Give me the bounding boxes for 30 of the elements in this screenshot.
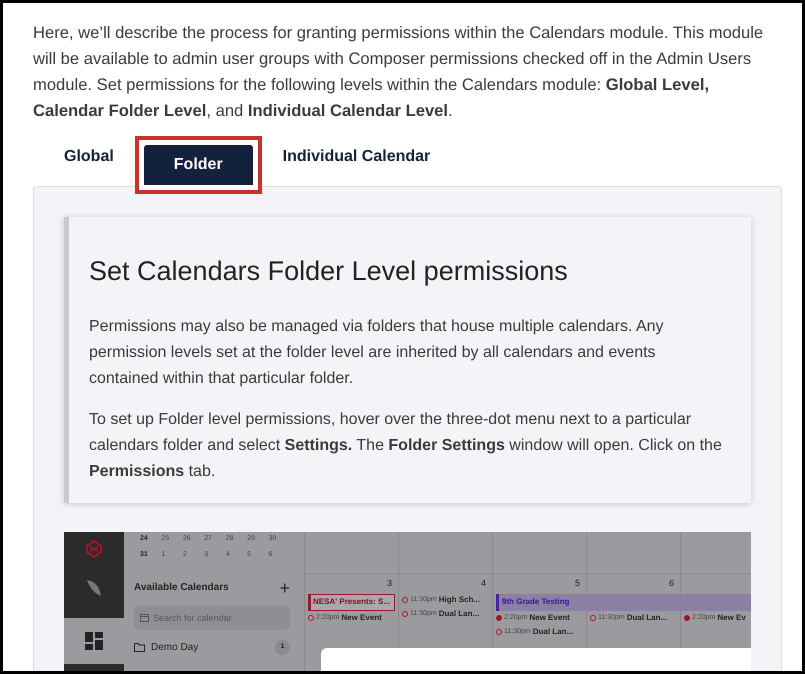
dashboard-icon — [85, 632, 103, 650]
folder-name[interactable]: Demo Day — [151, 640, 269, 654]
day-number: 5 — [574, 576, 580, 590]
event-title[interactable]: Dual Lan... — [626, 612, 668, 624]
tab[interactable]: Folder — [144, 145, 253, 185]
event-bar[interactable]: 9th Grade Testing — [496, 594, 751, 610]
folder-icon — [134, 642, 145, 652]
event-banner[interactable]: NESA' Presents: S... — [308, 594, 395, 610]
day-number: 6 — [668, 576, 674, 590]
sidebar-selected-item[interactable] — [64, 618, 124, 664]
event-title[interactable]: New Event — [341, 612, 382, 624]
intro-paragraph: Here, we’ll describe the process for granting permissions within the Calendars module. This module will be available to admin user groups with Composer permissions checked off in the Admin Users module. Set permissions for the following levels within the Calendars module: Global Level, Calendar Folder Level, and Individual Calendar Level. — [33, 22, 764, 122]
add-button[interactable]: + — [279, 578, 290, 596]
card-paragraph: Permissions may also be managed via folders that house multiple calendars. Any permission levels set at the folder level are inherited by all calendars and events contained within that particular folder. — [89, 316, 665, 388]
event-title[interactable]: New Ev — [717, 612, 746, 624]
search-field[interactable]: Search for calendar — [134, 605, 290, 630]
event-title[interactable]: Dual Lan... — [438, 608, 480, 620]
event-title[interactable]: Dual Lan... — [532, 626, 574, 638]
card-paragraph: To set up Folder level permissions, hover over the three-dot menu next to a particular calendars folder and select Settings. The Folder Settings window will open. Click on the Permissions tab. — [89, 410, 723, 482]
feather-icon — [85, 578, 103, 598]
event-title[interactable]: High Sch... — [438, 594, 480, 606]
calendar-icon — [140, 612, 149, 622]
day-number: 3 — [386, 576, 392, 590]
logo-icon — [85, 540, 103, 558]
tab[interactable]: Individual Calendar — [276, 137, 436, 177]
section-title: Available Calendars — [134, 581, 229, 595]
event-title[interactable]: New Event — [529, 612, 570, 624]
day-number: 4 — [480, 576, 486, 590]
tab[interactable]: Global — [58, 137, 120, 177]
card-heading: Set Calendars Folder Level permissions — [89, 255, 569, 288]
